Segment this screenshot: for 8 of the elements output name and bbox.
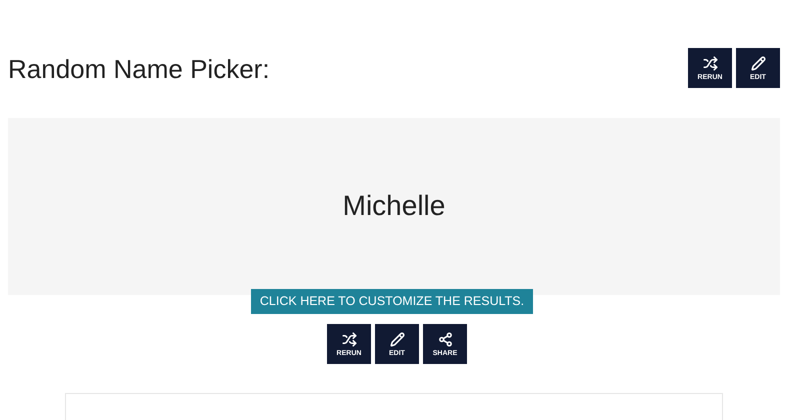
pencil-icon [750,56,766,70]
page-title: Random Name Picker: [8,53,270,86]
shuffle-icon [702,56,718,70]
pencil-icon [390,332,404,346]
customize-button[interactable]: CLICK HERE TO CUSTOMIZE THE RESULTS. [250,289,534,314]
picked-name: Michelle [342,188,446,222]
shuffle-icon [342,332,356,346]
share-icon [438,332,452,346]
